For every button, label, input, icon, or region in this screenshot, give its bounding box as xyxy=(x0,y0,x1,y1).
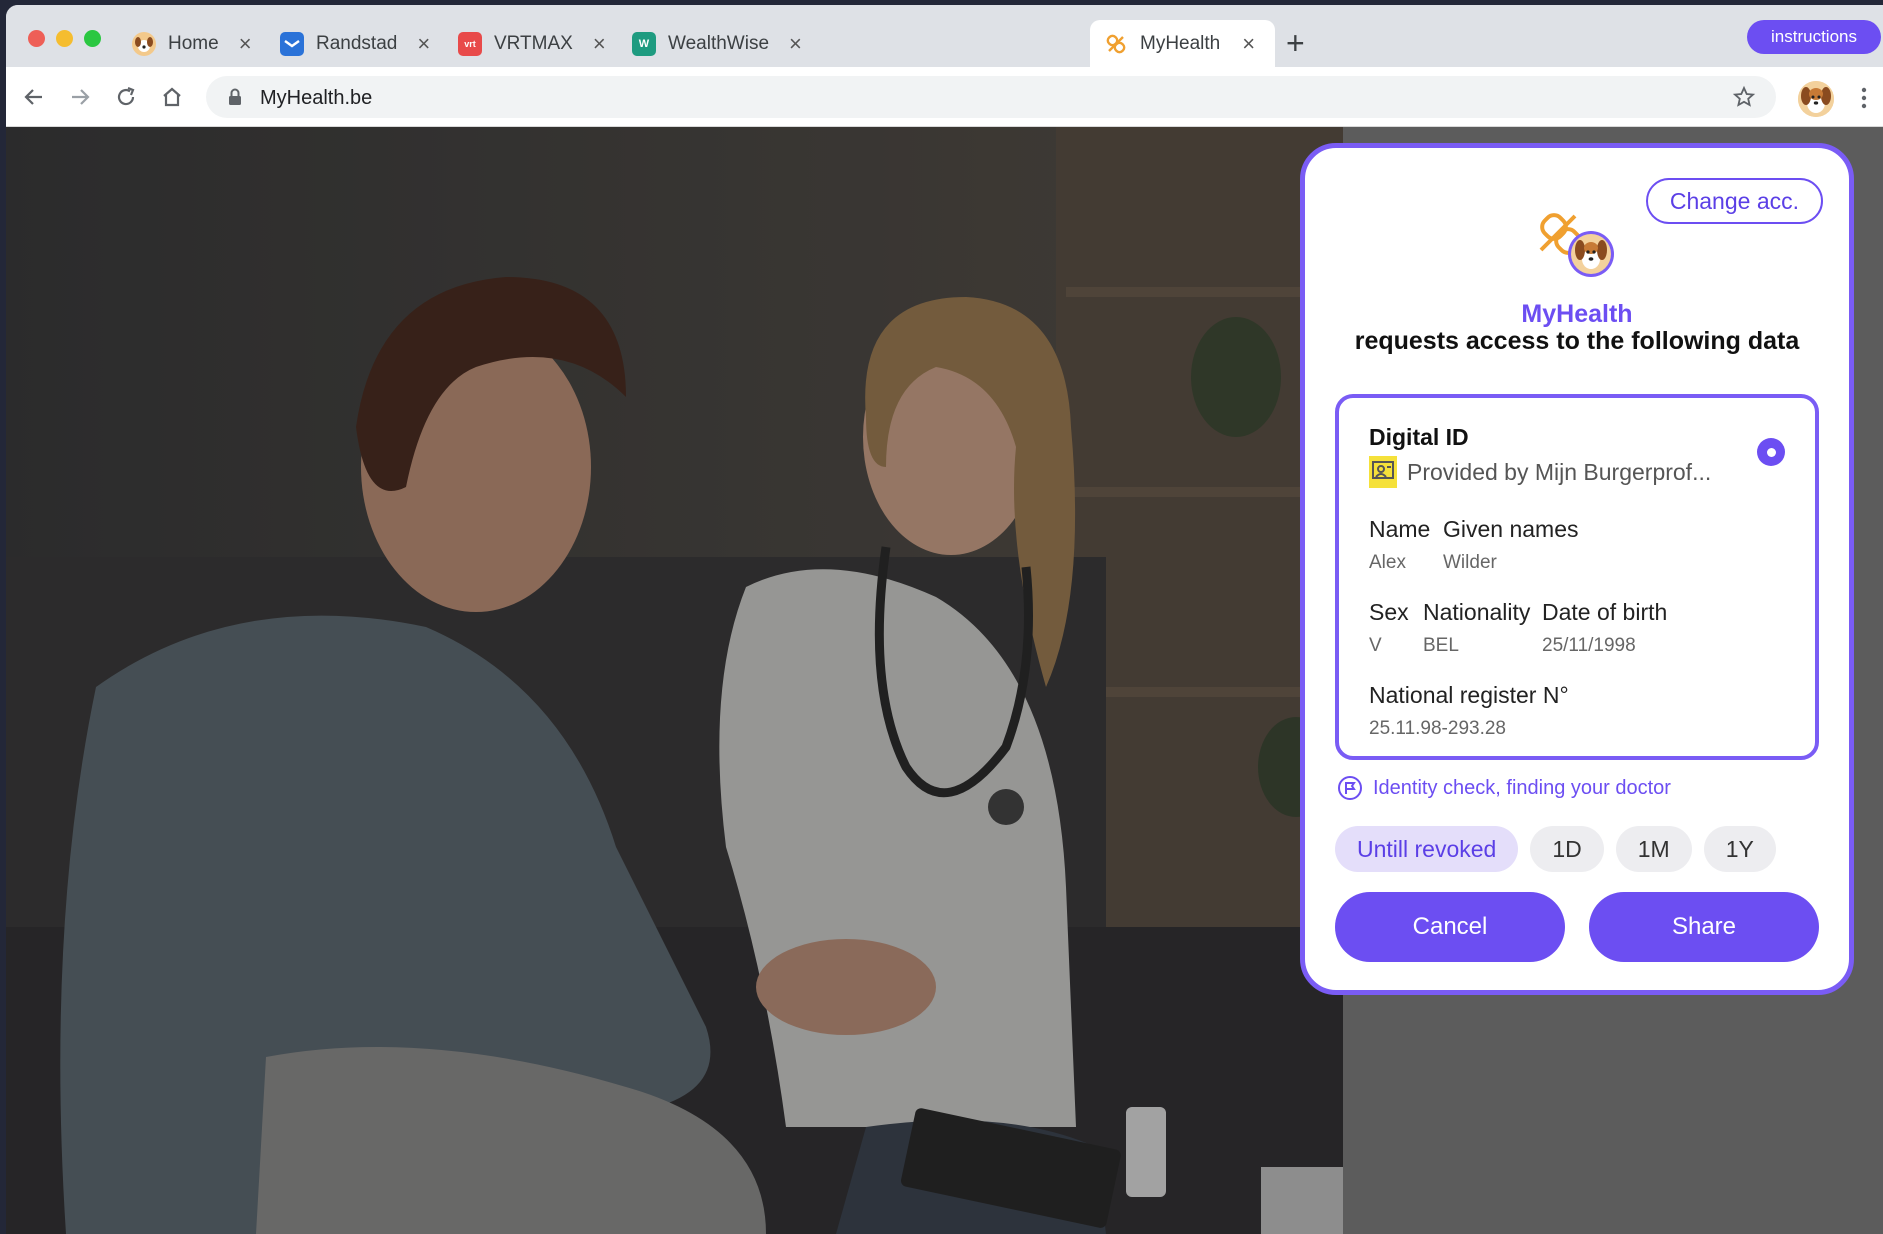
field-value: BEL xyxy=(1423,635,1459,656)
randstad-logo-icon xyxy=(280,31,304,56)
duration-1d[interactable]: 1D xyxy=(1530,826,1604,872)
field-value: Alex xyxy=(1369,552,1406,573)
tab-strip: Home × Randstad × vrt VRTMAX × W WealthW… xyxy=(6,5,1883,67)
id-card-icon xyxy=(1369,456,1397,488)
url-text: MyHealth.be xyxy=(260,87,373,109)
tab-label: VRTMAX xyxy=(494,32,573,54)
consent-dialog: Change acc. MyHealth requests access to … xyxy=(1300,143,1854,995)
field-name: Name Alex xyxy=(1369,516,1430,574)
cancel-button[interactable]: Cancel xyxy=(1335,892,1565,962)
field-date-of-birth: Date of birth 25/11/1998 xyxy=(1542,599,1667,657)
field-nationality: Nationality BEL xyxy=(1423,599,1530,657)
duration-1y[interactable]: 1Y xyxy=(1703,826,1776,872)
myhealth-logo-icon xyxy=(1104,32,1128,56)
new-tab-plus-icon[interactable]: + xyxy=(1286,27,1305,59)
minimize-window-button[interactable] xyxy=(56,30,73,47)
field-label: National register N° xyxy=(1369,682,1569,708)
lock-icon xyxy=(229,88,241,105)
field-value: 25/11/1998 xyxy=(1542,635,1636,656)
select-radio-button[interactable] xyxy=(1757,438,1785,466)
home-icon[interactable] xyxy=(160,85,184,109)
wealthwise-logo-icon: W xyxy=(632,31,656,56)
tab-label: Home xyxy=(168,32,219,54)
purpose-text: Identity check, finding your doctor xyxy=(1373,776,1671,799)
dog-avatar-icon xyxy=(132,31,156,56)
tab-close-icon[interactable]: × xyxy=(593,32,606,55)
field-label: Nationality xyxy=(1423,599,1531,625)
app-name: MyHealth xyxy=(1521,300,1633,328)
tab-label: WealthWise xyxy=(668,32,770,54)
tab-list: Home × Randstad × vrt VRTMAX × W WealthW… xyxy=(132,20,1276,67)
field-given-names: Given names Wilder xyxy=(1443,516,1579,574)
tab-myhealth[interactable]: MyHealth × xyxy=(1090,20,1276,67)
card-title: Digital ID xyxy=(1369,424,1469,450)
app-logo xyxy=(1535,210,1625,280)
desktop-frame: Home × Randstad × vrt VRTMAX × W WealthW… xyxy=(0,0,1883,1234)
duration-1m[interactable]: 1M xyxy=(1615,826,1692,872)
close-window-button[interactable] xyxy=(28,30,45,47)
field-label: Sex xyxy=(1369,599,1409,625)
duration-until-revoked[interactable]: Untill revoked xyxy=(1335,826,1519,872)
myhealth-logo-icon xyxy=(1539,213,1614,277)
flag-circle-icon xyxy=(1338,776,1362,800)
tab-close-icon[interactable]: × xyxy=(417,32,430,55)
tab-randstad[interactable]: Randstad × xyxy=(280,20,458,67)
bookmark-star-icon[interactable] xyxy=(1732,85,1756,109)
purpose-line: Identity check, finding your doctor xyxy=(1337,775,1671,801)
tab-home[interactable]: Home × xyxy=(132,20,256,67)
request-description: requests access to the following data xyxy=(1354,327,1800,355)
tab-wealthwise[interactable]: W WealthWise × xyxy=(632,20,812,67)
change-account-button[interactable]: Change acc. xyxy=(1645,178,1823,224)
field-national-register: National register N° 25.11.98-293.28 xyxy=(1369,682,1569,740)
share-button[interactable]: Share xyxy=(1589,892,1819,962)
browser-toolbar: MyHealth.be xyxy=(6,67,1883,127)
reload-icon[interactable] xyxy=(114,85,138,109)
provider-text: Provided by Mijn Burgerprof... xyxy=(1407,458,1712,485)
digital-id-card[interactable]: Digital ID Provided by Mijn Burgerprof..… xyxy=(1335,394,1819,760)
field-value: V xyxy=(1369,635,1382,656)
dialog-actions: Cancel Share xyxy=(1335,892,1819,962)
back-arrow-icon[interactable] xyxy=(22,85,46,109)
field-label: Date of birth xyxy=(1542,599,1668,625)
tab-close-icon[interactable]: × xyxy=(789,32,802,55)
browser-window: Home × Randstad × vrt VRTMAX × W WealthW… xyxy=(6,5,1883,1234)
more-menu-icon[interactable] xyxy=(1861,87,1867,109)
instructions-button[interactable]: instructions xyxy=(1747,20,1881,54)
provider-line: Provided by Mijn Burgerprof... xyxy=(1369,456,1711,488)
field-label: Name xyxy=(1369,516,1431,542)
field-sex: Sex V xyxy=(1369,599,1409,657)
address-bar[interactable]: MyHealth.be xyxy=(206,76,1776,118)
profile-avatar[interactable] xyxy=(1798,81,1834,117)
vrtmax-logo-icon: vrt xyxy=(458,31,482,56)
tab-close-icon[interactable]: × xyxy=(239,32,252,55)
maximize-window-button[interactable] xyxy=(84,30,101,47)
tab-label: MyHealth xyxy=(1140,32,1221,54)
duration-selector: Untill revoked 1D 1M 1Y xyxy=(1335,826,1776,872)
field-value: Wilder xyxy=(1443,552,1497,573)
tab-close-icon[interactable]: × xyxy=(1242,32,1255,55)
tab-vrtmax[interactable]: vrt VRTMAX × xyxy=(458,20,632,67)
forward-arrow-icon[interactable] xyxy=(68,85,92,109)
doctor-patient-photo xyxy=(6,127,1343,1234)
field-label: Given names xyxy=(1443,516,1579,542)
tab-label: Randstad xyxy=(316,32,398,54)
field-value: 25.11.98-293.28 xyxy=(1369,718,1506,739)
